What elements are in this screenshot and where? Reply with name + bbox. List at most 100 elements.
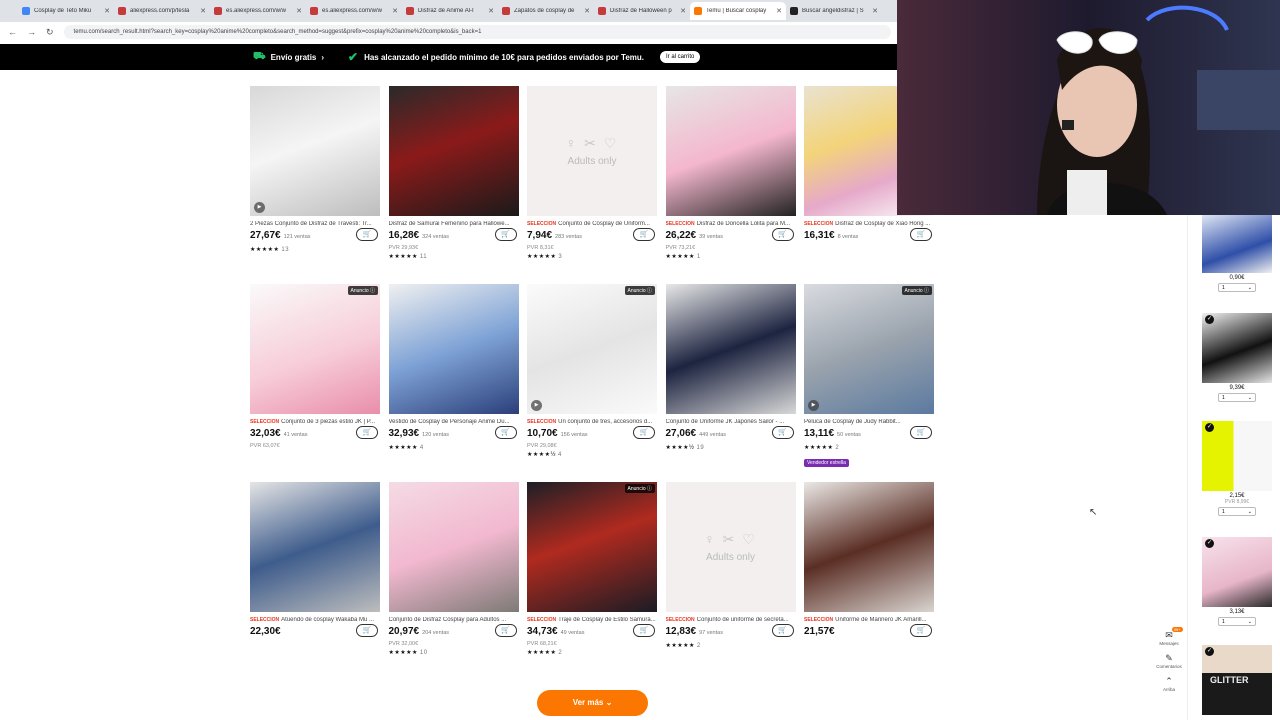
- product-image[interactable]: Anuncio ⓘ ▶: [804, 284, 934, 414]
- play-video-icon[interactable]: ▶: [254, 202, 265, 213]
- add-to-cart-button[interactable]: 🛒: [633, 228, 655, 241]
- browser-tab[interactable]: es.aliexpress.com/w/w ✕: [210, 2, 306, 20]
- close-tab-icon[interactable]: ✕: [872, 7, 878, 15]
- product-card[interactable]: Anuncio ⓘ ▶ SELECCIÓN Un conjunto de tres, …: [527, 284, 657, 470]
- add-to-cart-button[interactable]: 🛒: [910, 426, 932, 439]
- close-tab-icon[interactable]: ✕: [104, 7, 110, 15]
- product-card[interactable]: ♀ ✂ ♡ Adults only SELECCIÓN Conjunto de uni…: [665, 482, 796, 668]
- product-image[interactable]: ▶: [250, 86, 380, 216]
- product-image[interactable]: ♀ ✂ ♡ Adults only: [527, 86, 657, 216]
- product-title[interactable]: SELECCIÓN Atuendo de cosplay Wakaba Mu ..…: [250, 617, 380, 623]
- add-to-cart-button[interactable]: 🛒: [633, 426, 655, 439]
- product-card[interactable]: Conjunto de Uniforme JK Japonés Sailor -…: [665, 284, 796, 470]
- side-cart-item-image[interactable]: ✓ GLITTER: [1202, 645, 1272, 715]
- product-title[interactable]: Peluca de Cosplay de Judy Rabbit...: [804, 419, 934, 425]
- quantity-select[interactable]: 1 ⌄: [1218, 283, 1256, 292]
- product-image[interactable]: [250, 482, 380, 612]
- product-title[interactable]: 2 Piezas Conjunto de Disfraz de Travesti…: [250, 221, 380, 227]
- product-card[interactable]: ♀ ✂ ♡ Adults only SELECCIÓN Conjunto de Cos…: [527, 86, 657, 272]
- product-card[interactable]: Conjunto de Disfraz Cosplay para Adultos…: [388, 482, 519, 668]
- play-video-icon[interactable]: ▶: [531, 400, 542, 411]
- browser-tab[interactable]: Temu | Buscar cosplay ✕: [690, 2, 786, 20]
- product-title[interactable]: Vestido de Cosplay de Personaje Anime Du…: [389, 419, 519, 425]
- ad-badge[interactable]: Anuncio ⓘ: [624, 286, 655, 295]
- ad-badge[interactable]: Anuncio ⓘ: [901, 286, 932, 295]
- product-card[interactable]: Anuncio ⓘ ▶ Peluca de Cosplay de Judy Rabb…: [804, 284, 934, 470]
- add-to-cart-button[interactable]: 🛒: [633, 624, 655, 637]
- product-title[interactable]: SELECCIÓN Conjunto de uniforme de secreta…: [666, 617, 796, 623]
- product-image[interactable]: [665, 86, 796, 216]
- product-card[interactable]: SELECCIÓN Disfraz de Doncella Lolita para…: [665, 86, 796, 272]
- see-more-button[interactable]: Ver más ⌄: [537, 690, 648, 716]
- add-to-cart-button[interactable]: 🛒: [494, 426, 517, 439]
- side-action-2[interactable]: ⌃ Arriba: [1163, 676, 1175, 692]
- browser-tab[interactable]: Zapatos de cosplay de ✕: [498, 2, 594, 20]
- side-action-0[interactable]: ✉ 99+ Mensajes: [1159, 627, 1183, 646]
- product-title[interactable]: SELECCIÓN Disfraz de Cosplay de Xiao Hong…: [804, 221, 934, 227]
- side-action-1[interactable]: ✎ Comentarios: [1156, 653, 1182, 669]
- product-image[interactable]: [388, 86, 519, 216]
- product-card[interactable]: ▶ 2 Piezas Conjunto de Disfraz de Travest…: [250, 86, 380, 272]
- close-tab-icon[interactable]: ✕: [200, 7, 206, 15]
- product-image[interactable]: [804, 482, 934, 612]
- add-to-cart-button[interactable]: 🛒: [356, 228, 378, 241]
- side-cart-item[interactable]: 0,90€ 1 ⌄: [1202, 215, 1272, 292]
- browser-tab[interactable]: Buscar angeldisfraz | S ✕: [786, 2, 882, 20]
- side-cart-item[interactable]: ✓ 3,13€ 1 ⌄: [1202, 537, 1272, 626]
- product-title[interactable]: SELECCIÓN Un conjunto de tres, accesorios…: [527, 419, 657, 425]
- selected-check-icon[interactable]: ✓: [1205, 539, 1214, 548]
- product-title[interactable]: SELECCIÓN Conjunto de Cosplay de Uniform.…: [527, 221, 657, 227]
- browser-tab[interactable]: aliexpress.com/p/tesla ✕: [114, 2, 210, 20]
- product-card[interactable]: SELECCIÓN Uniforme de Marinero JK Amarill…: [804, 482, 934, 668]
- side-cart-item-image[interactable]: ✓: [1202, 421, 1272, 491]
- product-title[interactable]: SELECCIÓN Traje de Cosplay de Estilo Samu…: [527, 617, 657, 623]
- selected-check-icon[interactable]: ✓: [1205, 647, 1214, 656]
- ad-badge[interactable]: Anuncio ⓘ: [624, 484, 655, 493]
- product-card[interactable]: Disfraz de Samurái Femenino para Hallowe…: [388, 86, 519, 272]
- product-title[interactable]: Conjunto de Disfraz Cosplay para Adultos…: [389, 617, 519, 623]
- product-image[interactable]: ♀ ✂ ♡ Adults only: [665, 482, 796, 612]
- close-tab-icon[interactable]: ✕: [488, 7, 494, 15]
- side-cart-item[interactable]: ✓ 9,39€ 1 ⌄: [1202, 313, 1272, 402]
- product-title[interactable]: SELECCIÓN Disfraz de Doncella Lolita para…: [666, 221, 796, 227]
- quantity-select[interactable]: 1 ⌄: [1218, 617, 1256, 626]
- browser-tab[interactable]: Cosplay de Teto Miku ✕: [18, 2, 114, 20]
- product-title[interactable]: Conjunto de Uniforme JK Japonés Sailor -…: [666, 419, 796, 425]
- product-image[interactable]: [388, 284, 519, 414]
- add-to-cart-button[interactable]: 🛒: [910, 624, 932, 637]
- free-shipping-link[interactable]: ⛟ Envío gratis ›: [253, 51, 324, 64]
- side-cart-item-image[interactable]: [1202, 215, 1272, 273]
- add-to-cart-button[interactable]: 🛒: [771, 426, 794, 439]
- close-tab-icon[interactable]: ✕: [296, 7, 302, 15]
- add-to-cart-button[interactable]: 🛒: [910, 228, 932, 241]
- browser-tab[interactable]: Disfraz de Anime Al-I ✕: [402, 2, 498, 20]
- close-tab-icon[interactable]: ✕: [680, 7, 686, 15]
- side-cart-item[interactable]: ✓ GLITTER: [1202, 645, 1272, 715]
- side-cart-item-image[interactable]: ✓: [1202, 537, 1272, 607]
- quantity-select[interactable]: 1 ⌄: [1218, 393, 1256, 402]
- go-to-cart-button[interactable]: Ir al carrito: [660, 51, 701, 63]
- product-card[interactable]: Vestido de Cosplay de Personaje Anime Du…: [388, 284, 519, 470]
- add-to-cart-button[interactable]: 🛒: [494, 624, 517, 637]
- browser-tab[interactable]: es.aliexpress.com/w/w ✕: [306, 2, 402, 20]
- selected-check-icon[interactable]: ✓: [1205, 423, 1214, 432]
- product-image[interactable]: [388, 482, 519, 612]
- close-tab-icon[interactable]: ✕: [584, 7, 590, 15]
- product-title[interactable]: SELECCIÓN Conjunto de 3 piezas estilo JK …: [250, 419, 380, 425]
- product-card[interactable]: Anuncio ⓘ SELECCIÓN Conjunto de 3 piezas e…: [250, 284, 380, 470]
- play-video-icon[interactable]: ▶: [808, 400, 819, 411]
- browser-tab[interactable]: Disfraz de Halloween p ✕: [594, 2, 690, 20]
- add-to-cart-button[interactable]: 🛒: [356, 624, 378, 637]
- product-image[interactable]: Anuncio ⓘ ▶: [527, 284, 657, 414]
- url-field[interactable]: temu.com/search_result.html?search_key=c…: [63, 25, 891, 39]
- product-title[interactable]: Disfraz de Samurái Femenino para Hallowe…: [389, 221, 519, 227]
- product-image[interactable]: Anuncio ⓘ: [250, 284, 380, 414]
- add-to-cart-button[interactable]: 🛒: [771, 624, 794, 637]
- close-tab-icon[interactable]: ✕: [776, 7, 782, 15]
- product-card[interactable]: SELECCIÓN Atuendo de cosplay Wakaba Mu ..…: [250, 482, 380, 668]
- product-image[interactable]: [665, 284, 796, 414]
- forward-icon[interactable]: →: [27, 27, 36, 37]
- side-cart-item-image[interactable]: ✓: [1202, 313, 1272, 383]
- ad-badge[interactable]: Anuncio ⓘ: [347, 286, 378, 295]
- add-to-cart-button[interactable]: 🛒: [771, 228, 794, 241]
